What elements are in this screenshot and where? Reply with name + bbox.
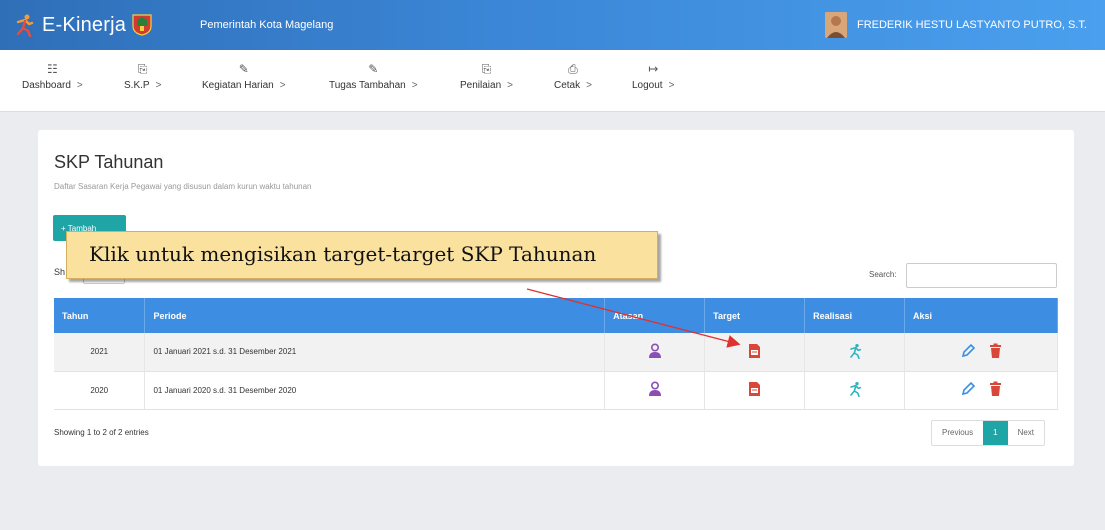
column-header-periode[interactable]: Periode <box>144 298 606 333</box>
cell-period: 01 Januari 2021 s.d. 31 Desember 2021 <box>144 333 606 372</box>
actions-cell <box>904 333 1058 372</box>
nav-dashboard[interactable]: ☷ Dashboard > <box>22 60 83 94</box>
page-title: SKP Tahunan <box>54 152 164 172</box>
pdf-file-icon <box>749 343 761 358</box>
nav-label: Logout <box>632 80 663 91</box>
chevron-right-icon: > <box>586 80 592 91</box>
column-header-realisasi[interactable]: Realisasi <box>804 298 906 333</box>
realisasi-button[interactable] <box>804 371 906 410</box>
column-header-atasan[interactable]: Atasan <box>604 298 706 333</box>
print-icon: ⎙ <box>568 62 578 76</box>
cell-year: 2020 <box>54 371 146 410</box>
entries-info: Showing 1 to 2 of 2 entries <box>54 428 149 437</box>
brand[interactable]: E-Kinerja <box>0 13 200 37</box>
pdf-file-icon <box>749 382 761 396</box>
annotation-callout: Klik untuk mengisikan target-target SKP … <box>66 231 658 279</box>
edit-icon: ✎ <box>238 62 249 76</box>
brand-name: E-Kinerja <box>42 13 127 36</box>
actions-cell <box>904 371 1058 410</box>
chevron-right-icon: > <box>279 80 286 91</box>
realisasi-button[interactable] <box>804 333 906 372</box>
chevron-right-icon: > <box>507 80 513 91</box>
file-icon: ⎘ <box>481 62 492 76</box>
nav-logout[interactable]: ↦ Logout > <box>632 60 674 94</box>
edit-pencil-icon[interactable] <box>960 381 976 397</box>
target-button[interactable] <box>704 371 806 410</box>
user-icon <box>648 381 661 396</box>
nav-label: Dashboard <box>22 80 71 91</box>
nav-tugas-tambahan[interactable]: ✎ Tugas Tambahan > <box>329 60 418 94</box>
user-icon <box>648 343 661 358</box>
chevron-right-icon: > <box>76 80 83 91</box>
dashboard-icon: ☷ <box>47 62 58 76</box>
delete-trash-icon[interactable] <box>989 381 1002 397</box>
nav-label: Kegiatan Harian <box>202 80 274 91</box>
page-subtitle: Daftar Sasaran Kerja Pegawai yang disusu… <box>54 182 312 191</box>
chevron-right-icon: > <box>155 80 162 91</box>
column-header-aksi[interactable]: Aksi <box>904 298 1058 333</box>
search-input[interactable] <box>906 263 1057 288</box>
nav-cetak[interactable]: ⎙ Cetak > <box>554 60 592 94</box>
organization-name: Pemerintah Kota Magelang <box>200 19 334 31</box>
nav-skp[interactable]: ⎘ S.K.P > <box>124 60 161 94</box>
runner-icon <box>849 382 861 398</box>
user-menu[interactable]: FREDERIK HESTU LASTYANTO PUTRO, S.T. <box>824 12 1087 38</box>
runner-icon <box>849 343 861 359</box>
file-icon: ⎘ <box>137 62 148 76</box>
nav-label: Tugas Tambahan <box>329 80 406 91</box>
skp-table: Tahun Periode Atasan Target Realisasi Ak… <box>54 298 1058 410</box>
logout-icon: ↦ <box>648 62 659 76</box>
delete-trash-icon[interactable] <box>989 343 1002 359</box>
edit-pencil-icon[interactable] <box>960 343 976 359</box>
table-row: 2021 01 Januari 2021 s.d. 31 Desember 20… <box>54 333 1058 372</box>
nav-penilaian[interactable]: ⎘ Penilaian > <box>460 60 513 94</box>
column-header-target[interactable]: Target <box>704 298 806 333</box>
user-name: FREDERIK HESTU LASTYANTO PUTRO, S.T. <box>856 19 1087 31</box>
nav-label: Penilaian <box>460 80 502 91</box>
skp-card: SKP Tahunan Daftar Sasaran Kerja Pegawai… <box>38 130 1074 466</box>
search-label: Search: <box>869 270 897 279</box>
main-nav: ☷ Dashboard > ⎘ S.K.P > ✎ Kegiatan Harian >… <box>0 50 1105 112</box>
edit-icon: ✎ <box>368 62 379 76</box>
city-emblem-icon <box>132 14 152 36</box>
cell-period: 01 Januari 2020 s.d. 31 Desember 2020 <box>144 371 606 410</box>
cell-year: 2021 <box>54 333 146 372</box>
nav-label: S.K.P <box>124 80 150 91</box>
show-entries-label: Sh <box>54 267 66 277</box>
pagination-next[interactable]: Next <box>1008 421 1044 445</box>
top-header: E-Kinerja Pemerintah Kota Magelang FREDE… <box>0 0 1105 50</box>
pagination-page-1[interactable]: 1 <box>983 421 1008 445</box>
runner-logo-icon <box>16 14 34 37</box>
table-row: 2020 01 Januari 2020 s.d. 31 Desember 20… <box>54 371 1058 410</box>
pagination: Previous 1 Next <box>931 420 1046 446</box>
pagination-previous[interactable]: Previous <box>932 421 983 445</box>
chevron-right-icon: > <box>668 80 675 91</box>
atasan-button[interactable] <box>604 371 706 410</box>
target-button[interactable] <box>704 333 806 372</box>
atasan-button[interactable] <box>604 333 706 372</box>
nav-label: Cetak <box>554 80 581 91</box>
nav-kegiatan-harian[interactable]: ✎ Kegiatan Harian > <box>202 60 286 94</box>
avatar <box>824 12 847 38</box>
user-photo-icon <box>824 12 847 38</box>
chevron-right-icon: > <box>411 80 418 91</box>
column-header-tahun[interactable]: Tahun <box>54 298 146 333</box>
